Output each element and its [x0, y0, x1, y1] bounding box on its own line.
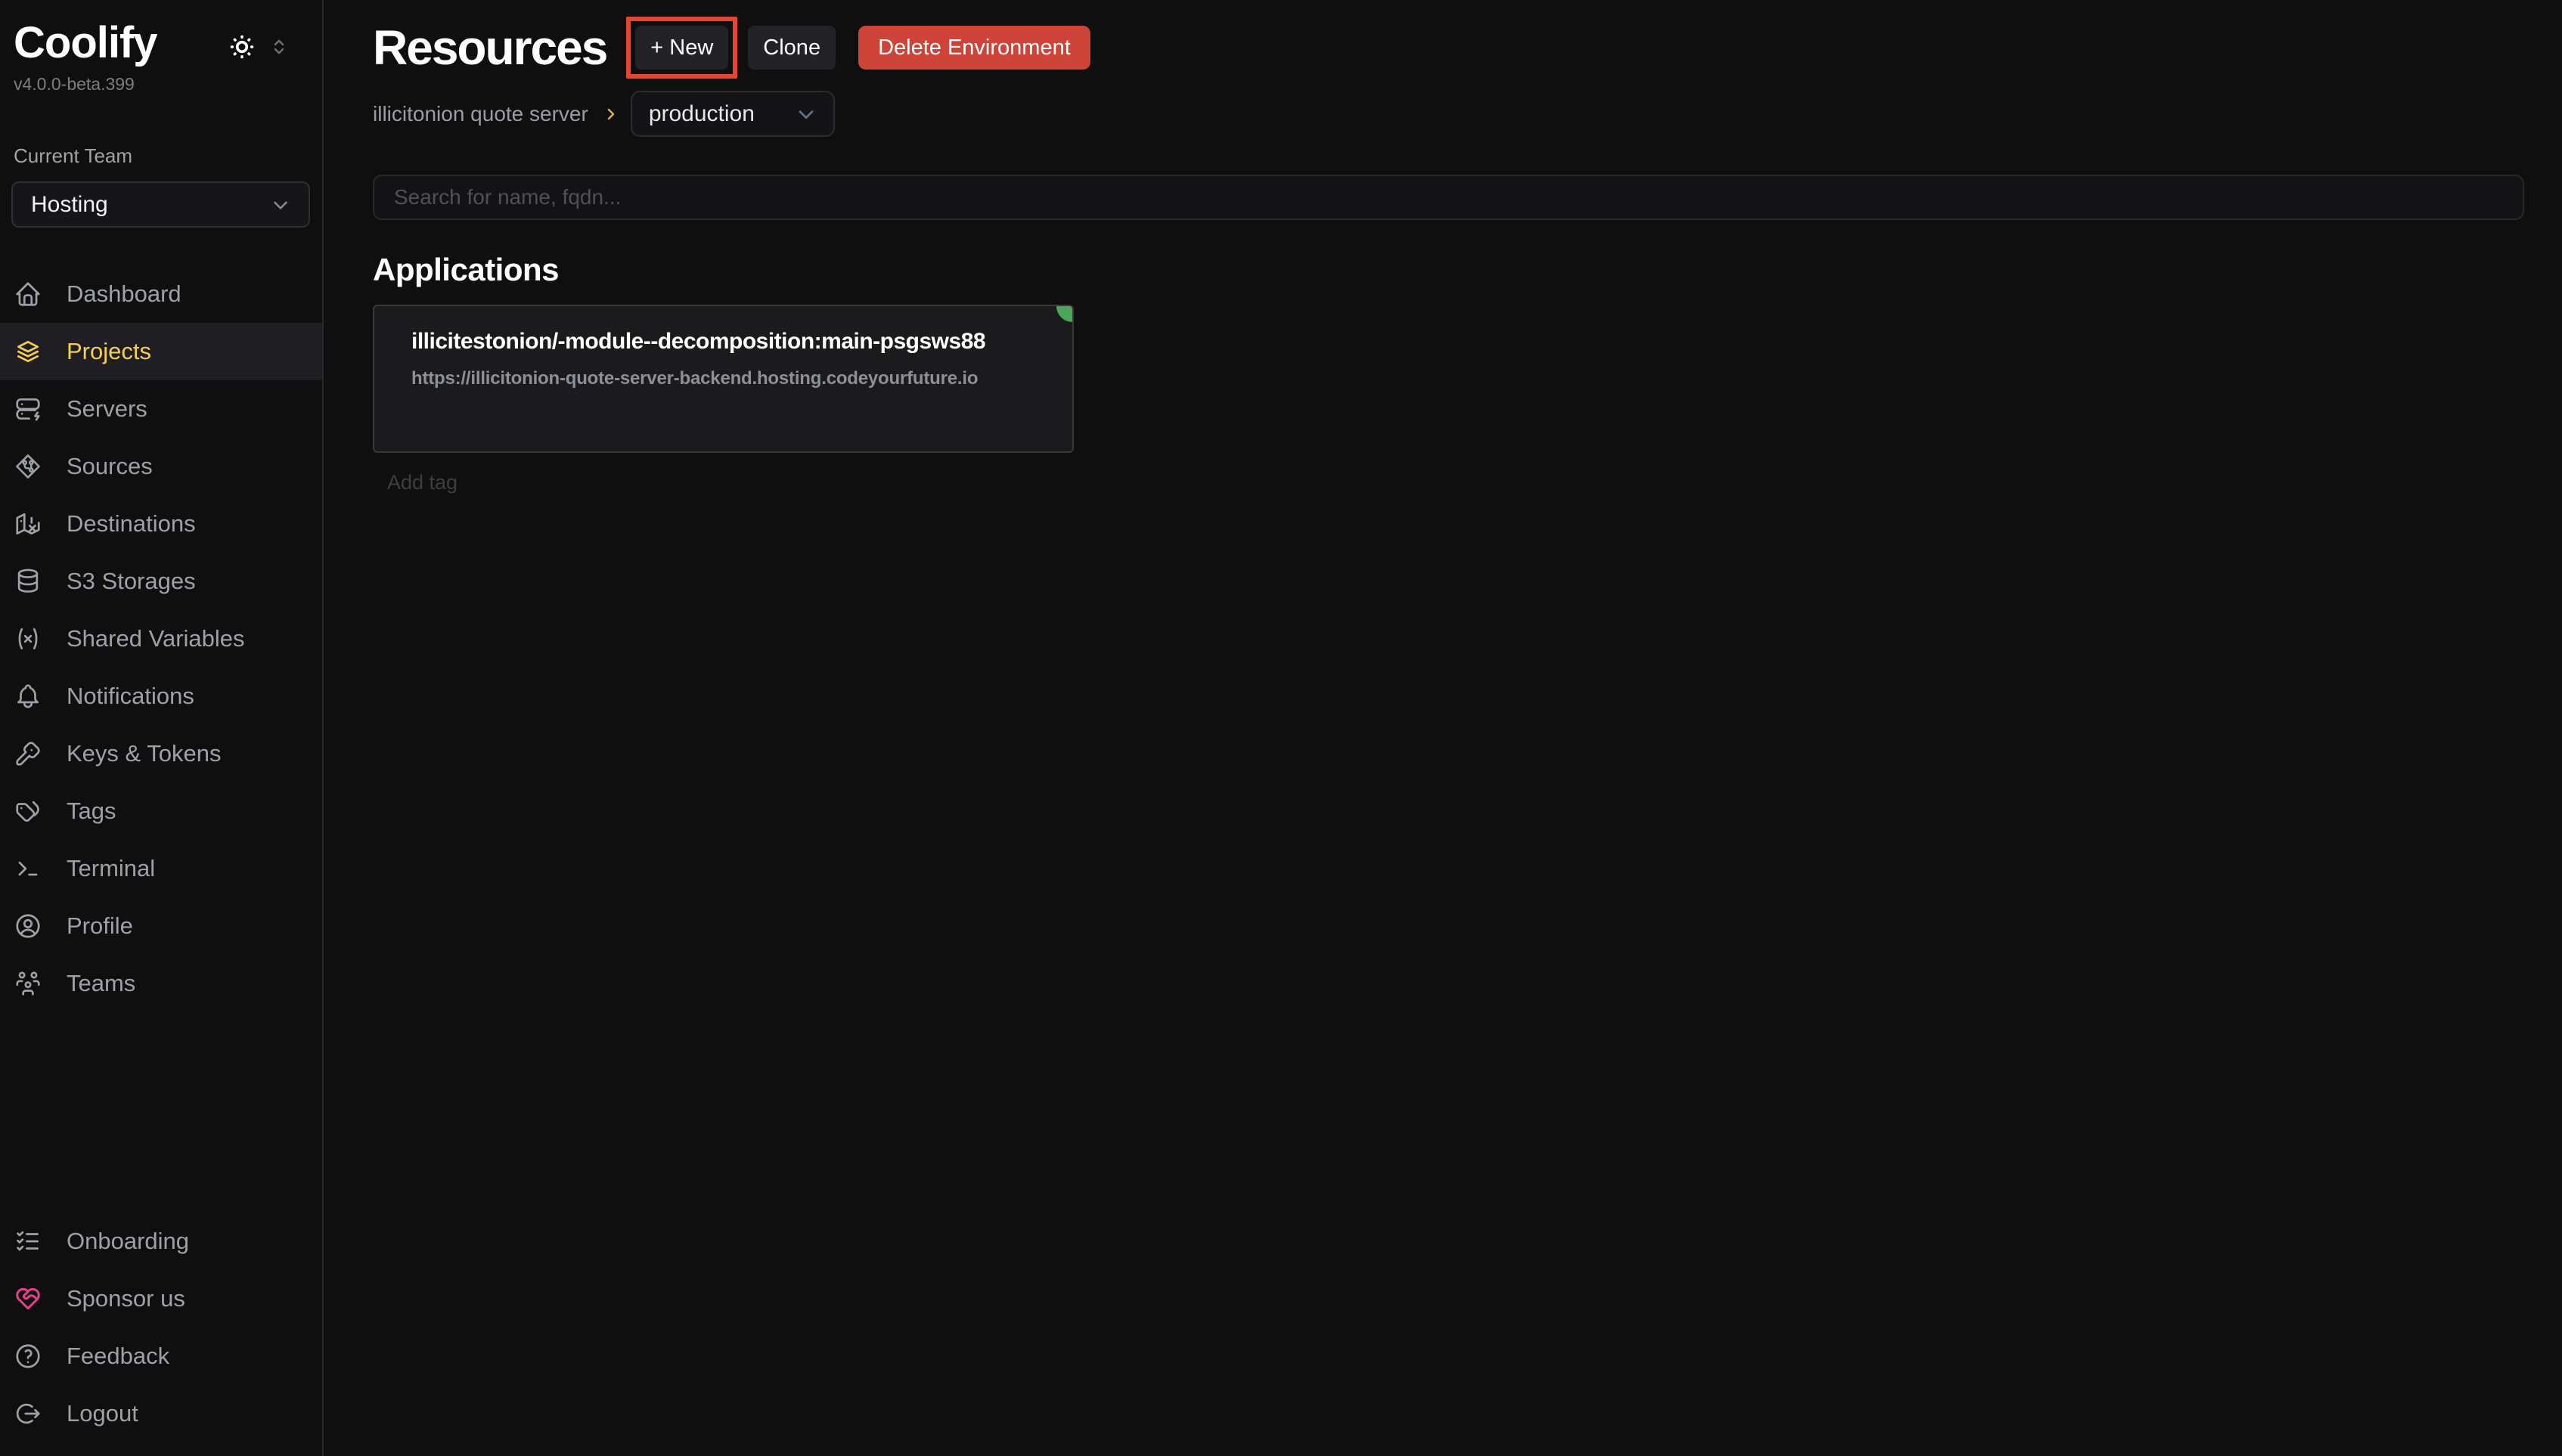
sidebar: Coolify v4.0.0-beta.399 Current Team Hos… — [0, 0, 324, 1456]
terminal-icon — [14, 854, 42, 883]
environment-select[interactable]: production — [631, 91, 835, 137]
sidebar-item-profile[interactable]: Profile — [0, 897, 322, 955]
team-select-value: Hosting — [31, 192, 108, 218]
sidebar-item-logout[interactable]: Logout — [0, 1385, 322, 1442]
sidebar-item-onboarding[interactable]: Onboarding — [0, 1213, 322, 1270]
sidebar-item-label: Onboarding — [67, 1228, 189, 1255]
sidebar-item-label: Sponsor us — [67, 1285, 185, 1312]
clone-button[interactable]: Clone — [748, 26, 836, 70]
sidebar-item-label: Teams — [67, 970, 135, 997]
heart-handshake-icon — [14, 1284, 42, 1313]
theme-sun-icon[interactable] — [228, 33, 256, 60]
help-circle-icon — [14, 1342, 42, 1371]
sidebar-item-sponsor-us[interactable]: Sponsor us — [0, 1270, 322, 1327]
sidebar-item-s3-storages[interactable]: S3 Storages — [0, 553, 322, 610]
key-icon — [14, 739, 42, 768]
main-content: Resources + New Clone Delete Environment… — [324, 0, 2562, 1456]
sidebar-item-label: Dashboard — [67, 280, 181, 308]
git-icon — [14, 452, 42, 481]
breadcrumb-project-link[interactable]: illicitonion quote server — [373, 102, 588, 126]
sidebar-item-teams[interactable]: Teams — [0, 955, 322, 1012]
sidebar-spacer — [0, 1012, 322, 1213]
add-tag-input[interactable] — [387, 471, 690, 494]
sidebar-nav: Dashboard Projects Servers Sources Desti… — [0, 265, 322, 1012]
delete-environment-button[interactable]: Delete Environment — [858, 26, 1090, 70]
app-version: v4.0.0-beta.399 — [14, 74, 157, 94]
page-title: Resources — [373, 17, 606, 79]
home-icon — [14, 280, 42, 308]
sidebar-item-label: Shared Variables — [67, 625, 245, 652]
sidebar-item-shared-variables[interactable]: Shared Variables — [0, 610, 322, 668]
sidebar-item-dashboard[interactable]: Dashboard — [0, 265, 322, 323]
app-root: Coolify v4.0.0-beta.399 Current Team Hos… — [0, 0, 2562, 1456]
chevron-down-icon — [794, 102, 818, 126]
applications-heading: Applications — [373, 252, 2524, 288]
tags-icon — [14, 797, 42, 826]
sidebar-item-label: Feedback — [67, 1343, 169, 1370]
application-title: illicitestonion/-module--decomposition:m… — [411, 329, 1050, 355]
database-icon — [14, 567, 42, 596]
team-select[interactable]: Hosting — [11, 181, 310, 228]
sidebar-item-servers[interactable]: Servers — [0, 380, 322, 438]
breadcrumb: illicitonion quote server production — [373, 91, 2524, 137]
sidebar-item-keys-tokens[interactable]: Keys & Tokens — [0, 725, 322, 782]
users-group-icon — [14, 969, 42, 998]
variable-icon — [14, 624, 42, 653]
checklist-icon — [14, 1227, 42, 1256]
new-button-highlight-ring: + New — [626, 17, 737, 79]
sidebar-item-label: Terminal — [67, 855, 155, 882]
sidebar-item-notifications[interactable]: Notifications — [0, 668, 322, 725]
application-card[interactable]: illicitestonion/-module--decomposition:m… — [373, 305, 1074, 453]
sidebar-item-terminal[interactable]: Terminal — [0, 840, 322, 897]
application-url: https://illicitonion-quote-server-backen… — [411, 368, 1050, 389]
sidebar-item-feedback[interactable]: Feedback — [0, 1327, 322, 1385]
environment-select-value: production — [649, 101, 755, 127]
sidebar-item-label: Keys & Tokens — [67, 740, 221, 767]
sidebar-item-label: Logout — [67, 1400, 138, 1427]
app-logo: Coolify — [14, 21, 157, 65]
sidebar-item-label: Profile — [67, 912, 133, 940]
sidebar-item-label: Sources — [67, 453, 153, 480]
chevron-right-icon — [602, 105, 620, 123]
sidebar-item-label: S3 Storages — [67, 568, 196, 595]
sidebar-item-tags[interactable]: Tags — [0, 782, 322, 840]
sidebar-item-label: Servers — [67, 395, 147, 423]
sidebar-item-projects[interactable]: Projects — [0, 323, 322, 380]
sidebar-footer-nav: Onboarding Sponsor us Feedback Logout — [0, 1213, 322, 1456]
chevron-down-icon — [269, 194, 292, 216]
logout-icon — [14, 1399, 42, 1428]
new-button[interactable]: + New — [635, 26, 728, 70]
sidebar-item-label: Projects — [67, 338, 151, 365]
sidebar-item-destinations[interactable]: Destinations — [0, 495, 322, 553]
sidebar-item-sources[interactable]: Sources — [0, 438, 322, 495]
map-icon — [14, 510, 42, 538]
server-icon — [14, 395, 42, 423]
sidebar-item-label: Destinations — [67, 510, 196, 537]
user-circle-icon — [14, 912, 42, 940]
current-team-label: Current Team — [14, 144, 322, 168]
bell-icon — [14, 682, 42, 711]
sidebar-item-label: Notifications — [67, 683, 194, 710]
sidebar-item-label: Tags — [67, 798, 116, 825]
page-header: Resources + New Clone Delete Environment — [373, 17, 2524, 79]
search-input[interactable] — [373, 175, 2524, 220]
sidebar-header: Coolify v4.0.0-beta.399 — [0, 0, 322, 94]
layers-icon — [14, 337, 42, 366]
theme-selector-icon[interactable] — [268, 36, 290, 58]
status-indicator — [1056, 306, 1072, 322]
